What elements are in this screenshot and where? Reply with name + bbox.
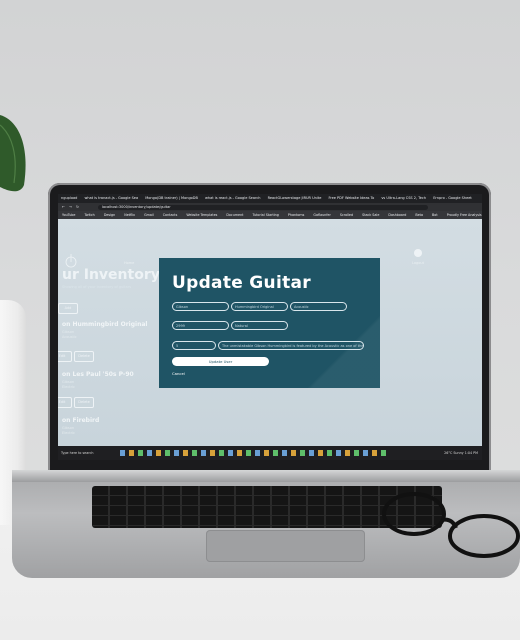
bookmark-item[interactable]: Twitch <box>84 211 94 219</box>
update-guitar-modal: Update Guitar Gibson Hummingbird Origina… <box>159 258 380 388</box>
bookmark-item[interactable]: Contacts <box>163 211 178 219</box>
system-tray: 26°C Sunny 1:04 PM <box>444 446 478 460</box>
guitar-brand: Gibson <box>62 330 75 334</box>
page-title: ur Inventory <box>62 267 160 283</box>
browser-tab[interactable]: Free PDF Website Ideas To <box>329 194 375 203</box>
browser-tab[interactable]: what is react.js - Google Search <box>205 194 260 203</box>
guitar-type: Electric <box>62 431 75 435</box>
guitar-name: on Firebird <box>62 417 100 424</box>
guitar-brand: Gibson <box>62 426 75 430</box>
model-field[interactable]: Hummingbird Original <box>231 302 288 311</box>
edit-button[interactable]: Edit <box>58 397 72 408</box>
windows-taskbar: Type here to search 26°C Sunny 1:04 PM <box>58 446 482 460</box>
delete-button[interactable]: Delete <box>74 397 94 408</box>
bookmarks-bar: YouTube Twitch Design Netflix Gmail Cont… <box>58 211 482 219</box>
eyeglasses <box>382 492 520 558</box>
bookmark-item[interactable]: Dashboard <box>388 211 406 219</box>
description-field[interactable]: The unmistakable Gibson Hummingbird is f… <box>218 341 364 350</box>
user-avatar[interactable] <box>414 249 422 257</box>
delete-button[interactable]: Delete <box>74 351 94 362</box>
update-user-button[interactable]: Update User <box>172 357 269 366</box>
guitar-name: on Hummingbird Original <box>62 321 148 328</box>
bookmark-item[interactable]: Website Templates <box>186 211 217 219</box>
back-icon[interactable]: ← <box>62 203 65 211</box>
add-guitar-button[interactable]: Add <box>58 303 78 314</box>
logout-link[interactable]: Logout <box>412 261 424 265</box>
bookmark-item[interactable]: Proudly Free Analysis <box>447 211 482 219</box>
page-subtitle: Showing all of your inventory of guitars <box>62 285 132 289</box>
browser-url-bar: ← → ↻ localhost:3000/inventory/update/gu… <box>58 203 482 211</box>
bookmark-item[interactable]: Gaflaunfer <box>313 211 330 219</box>
guitar-brand: Gibson <box>62 380 75 384</box>
cancel-link[interactable]: Cancel <box>172 371 185 376</box>
edit-button[interactable]: Edit <box>58 351 72 362</box>
guitar-name: on Les Paul '50s P-90 <box>62 371 134 378</box>
browser-tab[interactable]: ReactGLowerstage JIRUR Unite <box>268 194 322 203</box>
bookmark-item[interactable]: Gmail <box>144 211 154 219</box>
browser-tab[interactable]: Mongo(DB trainer) | MongoDB <box>145 194 198 203</box>
plant-leaf <box>0 115 26 192</box>
bookmark-item[interactable]: YouTube <box>62 211 75 219</box>
laptop-hinge <box>12 470 520 482</box>
bookmark-item[interactable]: Document <box>226 211 243 219</box>
bookmark-item[interactable]: Design <box>104 211 115 219</box>
guitar-type: Electric <box>62 385 75 389</box>
bookmark-item[interactable]: Stack Sale <box>362 211 379 219</box>
laptop-screen: ngupload what is tranact.js - Google Sea… <box>58 194 482 460</box>
nav-home-link[interactable]: Home <box>124 261 134 265</box>
taskbar-app-icons[interactable] <box>120 450 390 456</box>
browser-tab[interactable]: Ernpro - Google Sheet <box>433 194 472 203</box>
browser-tab[interactable]: ngupload <box>61 194 77 203</box>
clock[interactable]: 1:04 PM <box>465 451 478 455</box>
browser-tab[interactable]: vs Ultra-Lang CSS 2, Tech <box>381 194 426 203</box>
taskbar-search[interactable]: Type here to search <box>61 449 111 457</box>
bookmark-item[interactable]: Beta <box>415 211 423 219</box>
weather-status[interactable]: 26°C Sunny <box>444 451 464 455</box>
reload-icon[interactable]: ↻ <box>76 203 79 211</box>
browser-tab-bar: ngupload what is tranact.js - Google Sea… <box>58 194 482 203</box>
price-field[interactable]: 2999 <box>172 321 229 330</box>
bookmark-item[interactable]: Netflix <box>124 211 135 219</box>
guitar-type: Acoustic <box>62 335 77 339</box>
type-field[interactable]: Acoustic <box>290 302 347 311</box>
bookmark-item[interactable]: Bot <box>432 211 438 219</box>
browser-tab[interactable]: what is tranact.js - Google Sea <box>85 194 139 203</box>
inventory-page: Home Logout ur Inventory Showing all of … <box>58 219 482 446</box>
bookmark-item[interactable]: Tutorial Starting <box>253 211 279 219</box>
brand-field[interactable]: Gibson <box>172 302 229 311</box>
modal-title: Update Guitar <box>172 273 311 293</box>
quantity-field[interactable]: 5 <box>172 341 216 350</box>
color-field[interactable]: Natural <box>231 321 288 330</box>
bookmark-item[interactable]: Phantoms <box>288 211 304 219</box>
laptop-trackpad <box>206 530 365 562</box>
bookmark-item[interactable]: Scrolled <box>340 211 353 219</box>
address-input[interactable]: localhost:3000/inventory/update/guitar <box>98 204 428 210</box>
forward-icon[interactable]: → <box>69 203 72 211</box>
